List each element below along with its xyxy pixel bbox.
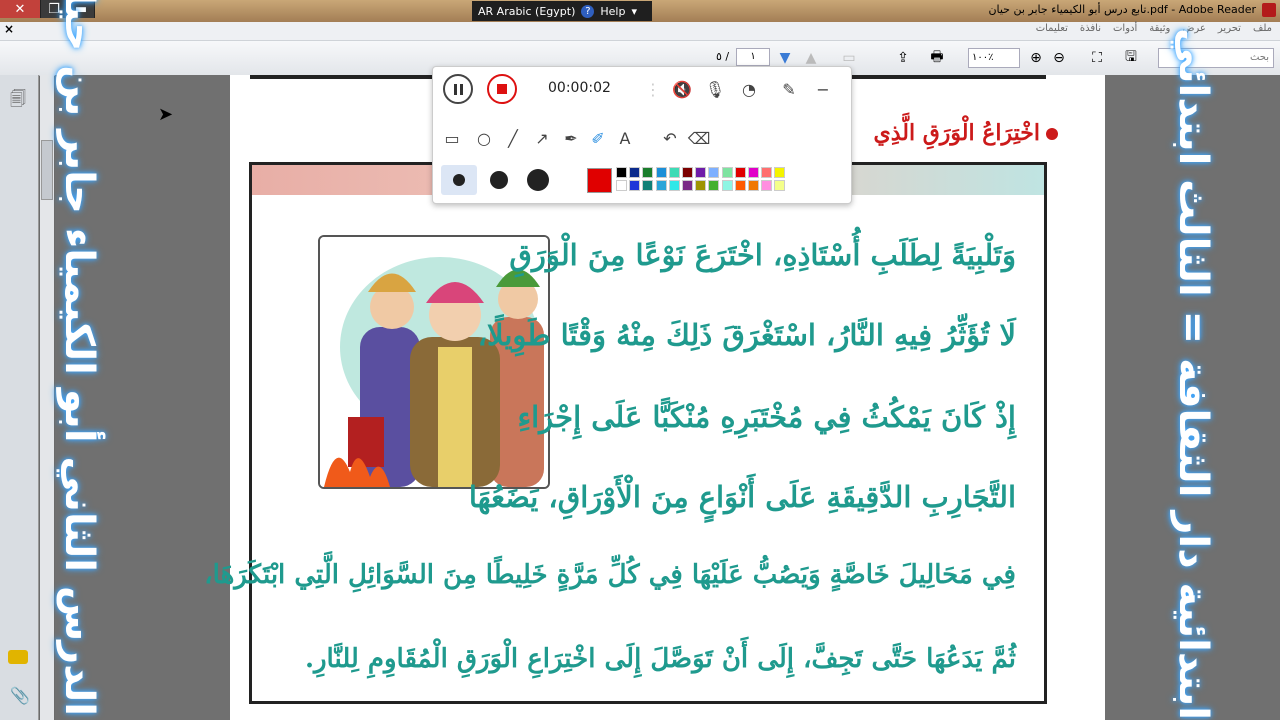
side-title-right: ابتدائية دار الثقافة = الثالث ابتدائي [1170, 27, 1216, 720]
chevron-down-icon[interactable]: ▾ [631, 5, 637, 18]
language-label: AR Arabic (Egypt) [478, 4, 576, 18]
annotate-icon[interactable]: ✎ [778, 78, 800, 100]
language-bar[interactable]: AR Arabic (Egypt) ? Help ▾ [472, 1, 652, 21]
color-swatch[interactable] [629, 167, 641, 178]
illustration-scholars [318, 235, 550, 489]
stop-button[interactable] [487, 74, 517, 104]
eraser-icon[interactable]: ⌫ [688, 127, 711, 149]
mouse-cursor-icon: ➤ [158, 104, 174, 125]
current-color-swatch[interactable] [587, 168, 612, 193]
menu-item-edit[interactable]: تحرير [1218, 23, 1241, 34]
color-swatch[interactable] [774, 180, 786, 191]
color-swatch[interactable] [708, 167, 720, 178]
side-title-left: الدرس الثاني أبو الكيمياء جابر بن حيان [56, 0, 102, 716]
color-swatch[interactable] [655, 180, 667, 191]
menu-item-document[interactable]: وثيقة [1149, 23, 1170, 34]
menu-items: ملف تحرير عرض وثيقة أدوات نافذة تعليمات [1036, 23, 1272, 34]
navigation-pane [0, 75, 39, 720]
pages-icon[interactable]: 🗐 [10, 88, 26, 115]
color-swatch[interactable] [695, 180, 707, 191]
bullet-icon [1046, 128, 1058, 140]
window-title: تابع درس أبو الكيمياء جابر بن حيان.pdf -… [988, 3, 1256, 16]
microphone-icon[interactable]: 🎙 [704, 78, 726, 100]
color-swatch[interactable] [668, 180, 680, 191]
page-number-input[interactable]: ١ [736, 48, 770, 66]
line-tool-icon[interactable]: ╱ [502, 127, 524, 149]
undo-icon[interactable]: ↶ [659, 127, 681, 149]
help-label[interactable]: Help [600, 5, 625, 18]
brush-size-large[interactable] [527, 169, 549, 191]
menu-item-window[interactable]: نافذة [1080, 23, 1101, 34]
zoom-select[interactable]: ١٠٠٪ [968, 48, 1020, 68]
page-total: ٥ / [716, 50, 730, 63]
menu-close-button[interactable]: × [4, 22, 14, 36]
minimize-recorder-icon[interactable]: − [812, 78, 834, 100]
scrollbar-thumb[interactable] [41, 140, 53, 200]
attachment-icon[interactable]: 📎 [10, 686, 30, 705]
comment-icon[interactable] [8, 650, 28, 664]
text-line-4: التَّجَارِبِ الدَّقِيقَةِ عَلَى أَنْوَاع… [468, 480, 1016, 514]
color-swatch[interactable] [668, 167, 680, 178]
text-line-1: وَتَلْبِيَةً لِطَلَبِ أُسْتَاذِهِ، اخْتَ… [509, 238, 1016, 272]
color-swatch[interactable] [642, 180, 654, 191]
color-swatch[interactable] [616, 167, 627, 178]
pause-button[interactable] [443, 74, 473, 104]
color-swatch[interactable] [616, 180, 627, 191]
zoom-out-icon[interactable]: ⊖ [1048, 47, 1070, 69]
zoom-in-icon[interactable]: ⊕ [1025, 47, 1047, 69]
color-swatch[interactable] [734, 180, 746, 191]
brush-size-small[interactable] [453, 174, 465, 186]
highlighter-tool-icon[interactable]: ✐ [587, 127, 609, 149]
fit-page-icon[interactable]: ⛶ [1086, 47, 1108, 69]
help-icon[interactable]: ? [581, 4, 595, 18]
color-swatch[interactable] [721, 167, 733, 178]
recording-timer: 00:00:02 [548, 80, 611, 96]
drag-handle-icon[interactable]: ⋮ [642, 78, 664, 100]
color-swatch[interactable] [761, 180, 773, 191]
pen-tool-icon[interactable]: ✒ [560, 127, 582, 149]
ellipse-tool-icon[interactable]: ○ [473, 127, 495, 149]
webcam-off-icon[interactable]: ◔ [738, 78, 760, 100]
menu-item-tools[interactable]: أدوات [1113, 23, 1137, 34]
arrow-tool-icon[interactable]: ↗ [531, 127, 553, 149]
rectangle-tool-icon[interactable]: ▭ [441, 127, 463, 149]
color-swatch[interactable] [642, 167, 654, 178]
menu-item-help[interactable]: تعليمات [1036, 23, 1068, 34]
menu-item-file[interactable]: ملف [1253, 23, 1272, 34]
share-icon[interactable]: ⇪ [892, 47, 914, 69]
print-icon[interactable]: 🖶 [926, 47, 948, 69]
color-swatch[interactable] [748, 167, 759, 178]
color-swatch[interactable] [748, 180, 759, 191]
color-swatch[interactable] [734, 167, 746, 178]
text-line-2: لَا تُؤَثِّرُ فِيهِ النَّارُ، اسْتَغْرَق… [477, 318, 1016, 352]
adobe-reader-icon [1262, 3, 1276, 17]
speaker-muted-icon[interactable]: 🔇 [671, 78, 693, 100]
color-swatch[interactable] [629, 180, 641, 191]
text-line-5: فِي مَحَالِيلَ خَاصَّةٍ وَيَصُبُّ عَلَيْ… [204, 560, 1016, 590]
section-heading: اخْتِرَاعُ الْوَرَقِ الَّذِي [873, 120, 1040, 146]
color-swatch[interactable] [708, 180, 720, 191]
color-swatch[interactable] [721, 180, 733, 191]
text-line-3: إِذْ كَانَ يَمْكُثُ فِي مُخْتَبَرِهِ مُن… [517, 400, 1016, 434]
text-tool-icon[interactable]: A [614, 127, 636, 149]
color-swatch[interactable] [695, 167, 707, 178]
color-swatch[interactable] [682, 180, 693, 191]
text-line-6: ثُمَّ يَدَعُهَا حَتَّى تَجِفَّ، إِلَى أَ… [304, 644, 1016, 674]
color-swatch[interactable] [682, 167, 693, 178]
brush-size-medium[interactable] [490, 171, 508, 189]
color-swatch[interactable] [761, 167, 773, 178]
color-swatch[interactable] [655, 167, 667, 178]
color-swatch[interactable] [774, 167, 786, 178]
save-icon[interactable]: 🖫 [1120, 47, 1142, 69]
window-close-button[interactable]: ✕ [0, 0, 41, 18]
